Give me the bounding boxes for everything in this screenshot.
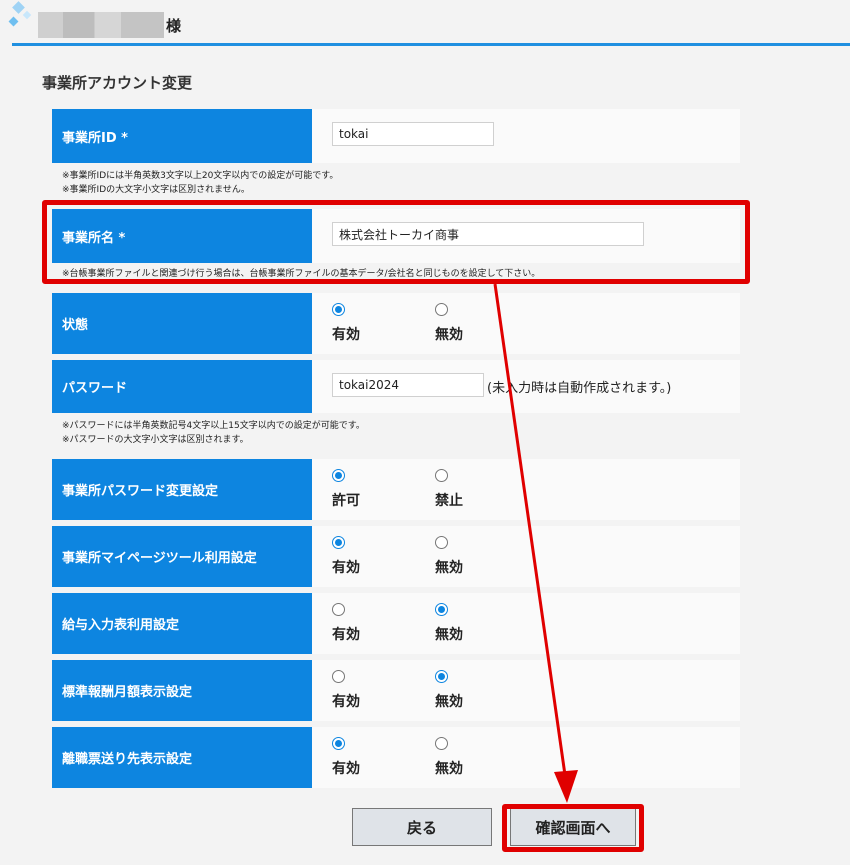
annotation-arrow-icon	[493, 283, 578, 803]
